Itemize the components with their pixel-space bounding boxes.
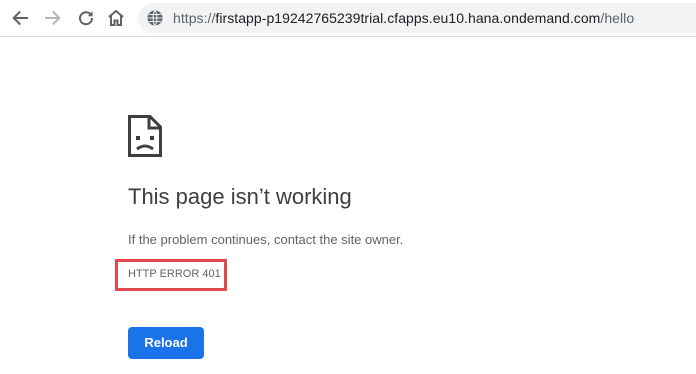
site-info-button[interactable] bbox=[147, 10, 163, 26]
browser-window: https://firstapp-p19242765239trial.cfapp… bbox=[0, 0, 696, 374]
sad-document-icon bbox=[128, 115, 162, 157]
arrow-left-icon bbox=[12, 10, 28, 26]
arrow-right-icon bbox=[45, 10, 61, 26]
error-code: HTTP ERROR 401 bbox=[128, 268, 221, 280]
forward-button[interactable] bbox=[41, 6, 65, 30]
reload-page-button[interactable] bbox=[74, 6, 98, 30]
url-path: /hello bbox=[600, 10, 635, 26]
browser-toolbar: https://firstapp-p19242765239trial.cfapp… bbox=[0, 0, 696, 37]
address-bar[interactable]: https://firstapp-p19242765239trial.cfapp… bbox=[138, 3, 696, 33]
error-description: If the problem continues, contact the si… bbox=[128, 232, 404, 247]
url-text[interactable]: https://firstapp-p19242765239trial.cfapp… bbox=[173, 10, 634, 26]
reload-icon bbox=[79, 11, 94, 26]
home-button[interactable] bbox=[104, 6, 128, 30]
globe-icon bbox=[147, 10, 163, 26]
home-icon bbox=[108, 9, 124, 26]
error-title: This page isn’t working bbox=[128, 184, 352, 209]
url-host: firstapp-p19242765239trial.cfapps.eu10.h… bbox=[215, 10, 601, 26]
reload-button[interactable]: Reload bbox=[128, 327, 204, 359]
back-button[interactable] bbox=[8, 6, 32, 30]
url-scheme: https:// bbox=[173, 10, 216, 26]
